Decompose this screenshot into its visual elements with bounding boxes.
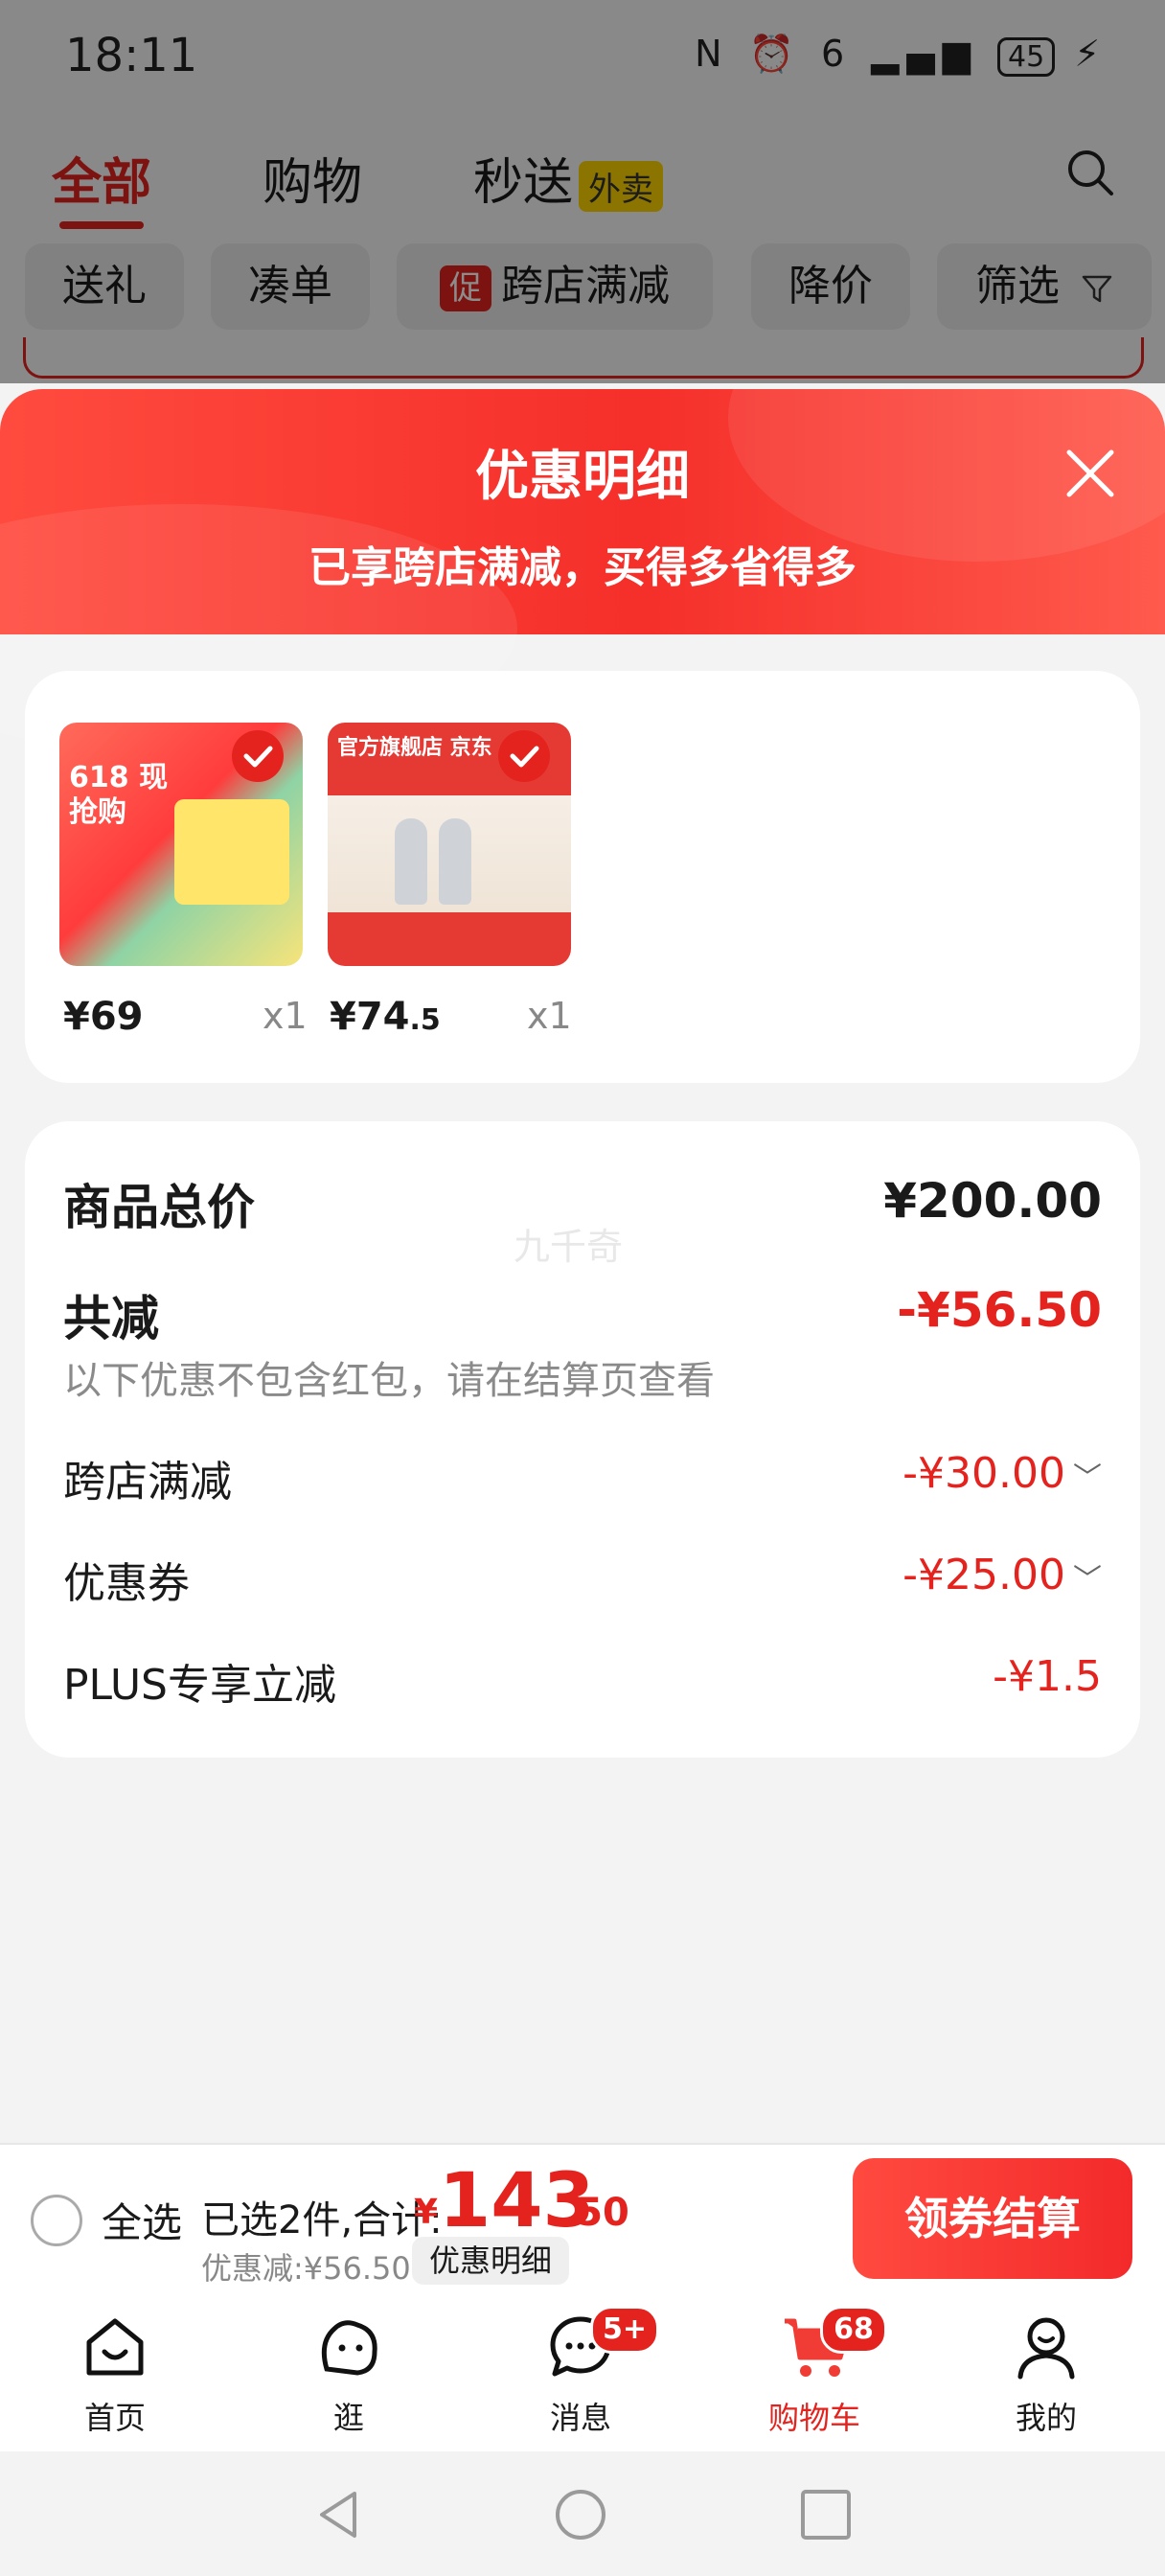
chevron-down-icon: ﹀ xyxy=(1073,1563,1102,1597)
watermark: 九千奇 xyxy=(514,1226,624,1268)
discount-label-coupon: 优惠券 xyxy=(63,1559,190,1608)
sheet-header: 优惠明细 已享跨店满减，买得多省得多 xyxy=(0,389,1165,753)
total-currency: ¥ xyxy=(414,2193,439,2232)
close-icon[interactable] xyxy=(1060,443,1121,504)
chevron-down-icon: ﹀ xyxy=(1073,1461,1102,1495)
nav-label: 消息 xyxy=(549,2400,611,2436)
nav-item-cart[interactable]: 68 购物车 xyxy=(719,2296,910,2451)
total-reduction-value: -¥56.50 xyxy=(897,1282,1102,1338)
selected-summary-text: 已选2件,合计: xyxy=(201,2198,443,2242)
checkout-button[interactable]: 领券结算 xyxy=(853,2158,1132,2279)
bottom-nav: 首页 逛 5+ 消息 68 购物车 我的 xyxy=(0,2296,1165,2451)
product-price: ¥74.5 xyxy=(330,995,441,1039)
nav-item-messages[interactable]: 5+ 消息 xyxy=(485,2296,676,2451)
recent-apps-icon[interactable] xyxy=(799,2488,853,2542)
total-price-value: ¥200.00 xyxy=(883,1173,1102,1229)
discount-value-cross-store[interactable]: -¥30.00 ﹀ xyxy=(902,1449,1102,1498)
product-price: ¥69 xyxy=(63,995,144,1039)
product-quantity: x1 xyxy=(527,995,572,1037)
sheet-subtitle: 已享跨店满减，买得多省得多 xyxy=(308,543,857,592)
back-icon[interactable] xyxy=(312,2488,366,2542)
profile-icon xyxy=(1017,2317,1075,2380)
product-bottle-graphic xyxy=(395,818,427,905)
browse-face-icon xyxy=(321,2320,377,2376)
home-circle-icon[interactable] xyxy=(554,2488,607,2542)
select-all-radio[interactable] xyxy=(31,2195,82,2246)
product-bottle-graphic xyxy=(439,818,471,905)
checkout-bar: 全选 已选2件,合计: ¥ 143 .50 优惠减:¥56.50 优惠明细 领券… xyxy=(0,2143,1165,2298)
total-price-label: 商品总价 xyxy=(63,1180,255,1235)
total-amount-cents: .50 xyxy=(561,2191,629,2235)
sheet-title: 优惠明细 xyxy=(475,446,690,508)
discount-detail-button[interactable]: 优惠明细 xyxy=(412,2237,570,2285)
discount-label-plus: PLUS专享立减 xyxy=(63,1661,336,1710)
nav-label: 购物车 xyxy=(767,2400,860,2436)
total-reduction-label: 共减 xyxy=(63,1291,159,1346)
nav-item-profile[interactable]: 我的 xyxy=(950,2296,1142,2451)
product-list-card: 618 现抢购 ¥69 x1 官方旗舰店 京东 ¥74.5 x1 xyxy=(25,671,1140,1083)
nav-item-home[interactable]: 首页 xyxy=(19,2296,211,2451)
nav-label: 我的 xyxy=(1015,2400,1077,2436)
nav-item-browse[interactable]: 逛 xyxy=(253,2296,445,2451)
message-badge: 5+ xyxy=(590,2306,660,2354)
nav-label: 首页 xyxy=(83,2400,146,2436)
discount-total-text: 优惠减:¥56.50 xyxy=(201,2250,411,2287)
product-quantity: x1 xyxy=(263,995,308,1037)
discount-detail-sheet: 优惠明细 已享跨店满减，买得多省得多 618 现抢购 ¥69 x1 官方旗舰店 … xyxy=(0,389,1165,2143)
price-summary-card: 九千奇 商品总价 ¥200.00 共减 -¥56.50 以下优惠不包含红包，请在… xyxy=(25,1121,1140,1758)
dim-overlay[interactable] xyxy=(0,0,1165,383)
select-all-label[interactable]: 全选 xyxy=(102,2191,182,2249)
discount-value-coupon[interactable]: -¥25.00 ﹀ xyxy=(902,1551,1102,1599)
home-icon xyxy=(86,2318,144,2376)
selected-check-icon[interactable] xyxy=(498,730,550,782)
discount-note: 以下优惠不包含红包，请在结算页查看 xyxy=(63,1359,715,1403)
discount-label-cross-store: 跨店满减 xyxy=(63,1458,232,1506)
product-box-graphic xyxy=(174,799,289,905)
discount-value-plus: -¥1.5 xyxy=(993,1652,1102,1701)
selected-check-icon[interactable] xyxy=(232,730,284,782)
nav-label: 逛 xyxy=(332,2400,364,2436)
system-nav-bar xyxy=(0,2451,1165,2576)
cart-badge: 68 xyxy=(820,2306,887,2354)
